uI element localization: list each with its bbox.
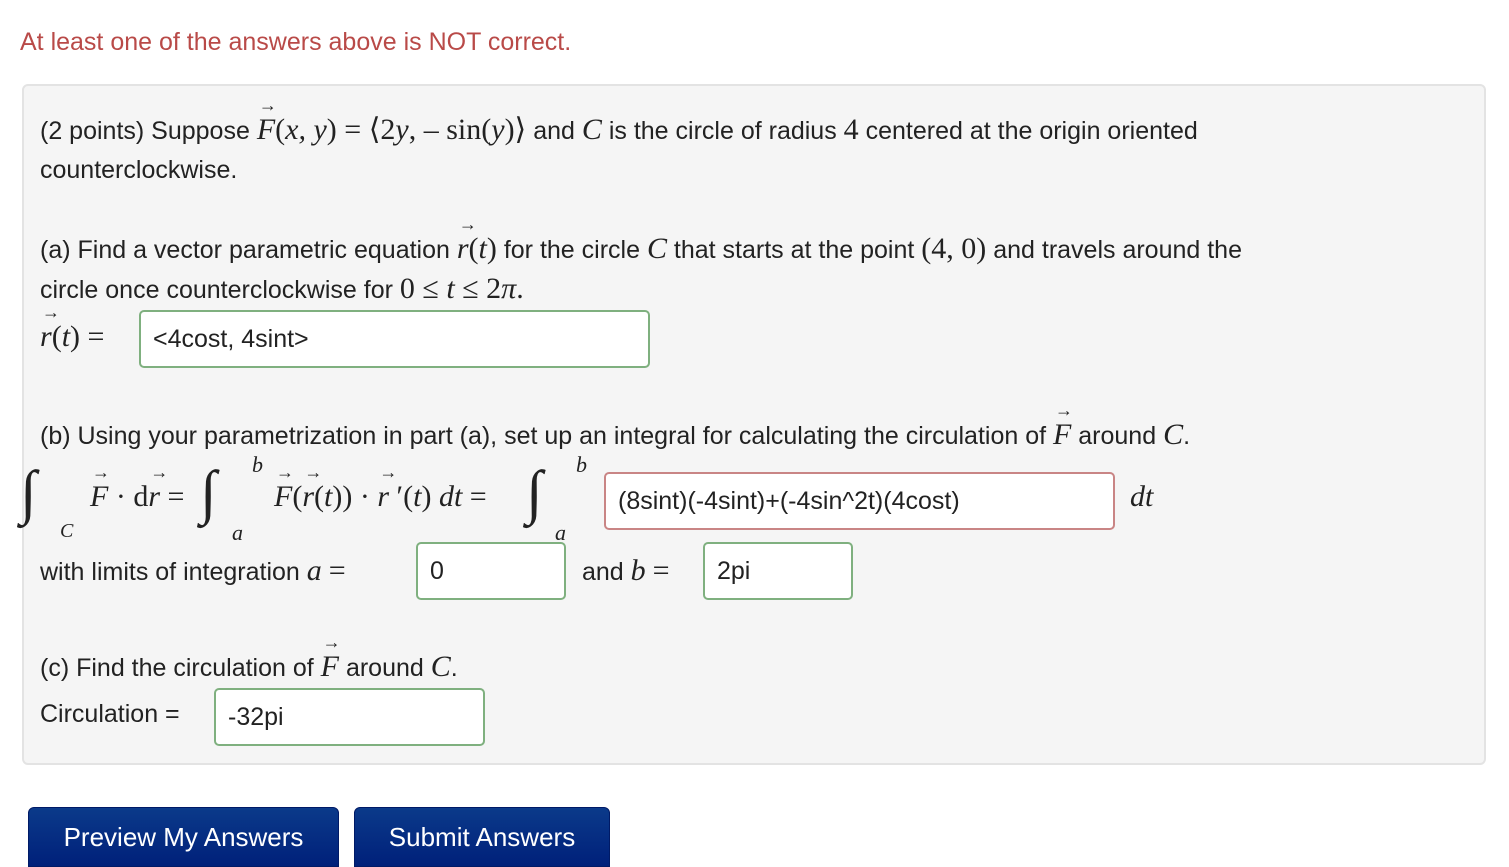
integral-sub-c: C <box>60 520 74 542</box>
status-alert: At least one of the answers above is NOT… <box>20 28 572 56</box>
circulation-label: Circulation = <box>40 700 180 728</box>
problem-intro: (2 points) Suppose F(x, y) = ⟨2y, – sin(… <box>40 95 1198 147</box>
dt-label: dt <box>1130 480 1154 513</box>
field-definition: F(x, y) = ⟨2y, – sin(y)⟩ <box>257 95 526 146</box>
preview-answers-button[interactable]: Preview My Answers <box>28 807 339 867</box>
intro-line2: counterclockwise. <box>40 156 238 184</box>
and-b-label: and b = <box>582 554 670 587</box>
lower-limit-input[interactable]: 0 <box>416 542 566 600</box>
circulation-input[interactable]: -32pi <box>214 688 485 746</box>
upper-limit-input[interactable]: 2pi <box>703 542 853 600</box>
integral-sign-c: ∫ <box>20 459 37 525</box>
r-answer-input[interactable]: <4cost, 4sint> <box>139 310 650 368</box>
integral-sign-ab: ∫ <box>200 459 217 525</box>
part-a-prompt: (a) Find a vector parametric equation r(… <box>40 214 1242 266</box>
part-a-prompt-line2: circle once counterclockwise for 0 ≤ t ≤… <box>40 272 524 305</box>
integral-sub-a: a <box>232 520 243 545</box>
points-label: (2 points) Suppose <box>40 117 250 145</box>
part-b-prompt: (b) Using your parametrization in part (… <box>40 400 1190 452</box>
r-label: r(t) = <box>40 302 104 354</box>
part-c-prompt: (c) Find the circulation of F around C. <box>40 632 458 684</box>
limits-label: with limits of integration a = <box>40 554 346 587</box>
integral-mid: F(r(t)) · r ′(t) dt = <box>274 462 487 514</box>
integral-sign-ab-2: ∫ <box>526 459 543 525</box>
integral-sup-b: b <box>252 452 263 477</box>
integral-lhs: F · dr = <box>90 462 184 514</box>
submit-answers-button[interactable]: Submit Answers <box>354 807 610 867</box>
integral-sup-b-2: b <box>576 452 587 477</box>
integrand-input[interactable]: (8sint)(-4sint)+(-4sin^2t)(4cost) <box>604 472 1115 530</box>
